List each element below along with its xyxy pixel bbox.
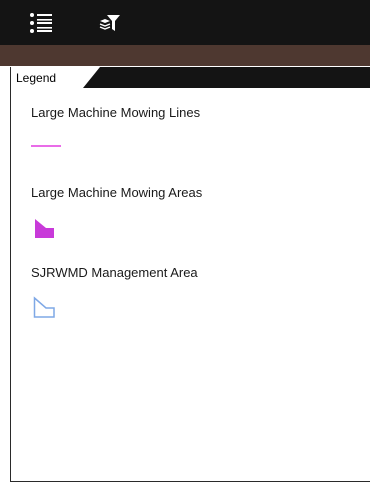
layer-list-button[interactable] bbox=[24, 6, 58, 40]
header-bar bbox=[0, 45, 370, 66]
legend-layer-title: Large Machine Mowing Areas bbox=[31, 185, 203, 200]
polygon-fill-symbol-icon bbox=[35, 219, 54, 238]
tab-legend[interactable]: Legend bbox=[11, 67, 83, 88]
polygon-outline-symbol-icon bbox=[33, 296, 55, 318]
layer-filter-icon bbox=[99, 15, 120, 31]
layer-filter-button[interactable] bbox=[93, 6, 127, 40]
legend-layer-title: SJRWMD Management Area bbox=[31, 265, 198, 280]
top-toolbar bbox=[0, 0, 370, 45]
tab-legend-edge bbox=[83, 67, 100, 88]
legend-panel: Legend Large Machine Mowing Lines Large … bbox=[10, 67, 370, 482]
legend-widget-screen: Legend Large Machine Mowing Lines Large … bbox=[0, 0, 370, 489]
legend-layer-title: Large Machine Mowing Lines bbox=[31, 105, 201, 120]
line-symbol-icon bbox=[31, 145, 61, 147]
layer-list-icon bbox=[30, 13, 52, 33]
